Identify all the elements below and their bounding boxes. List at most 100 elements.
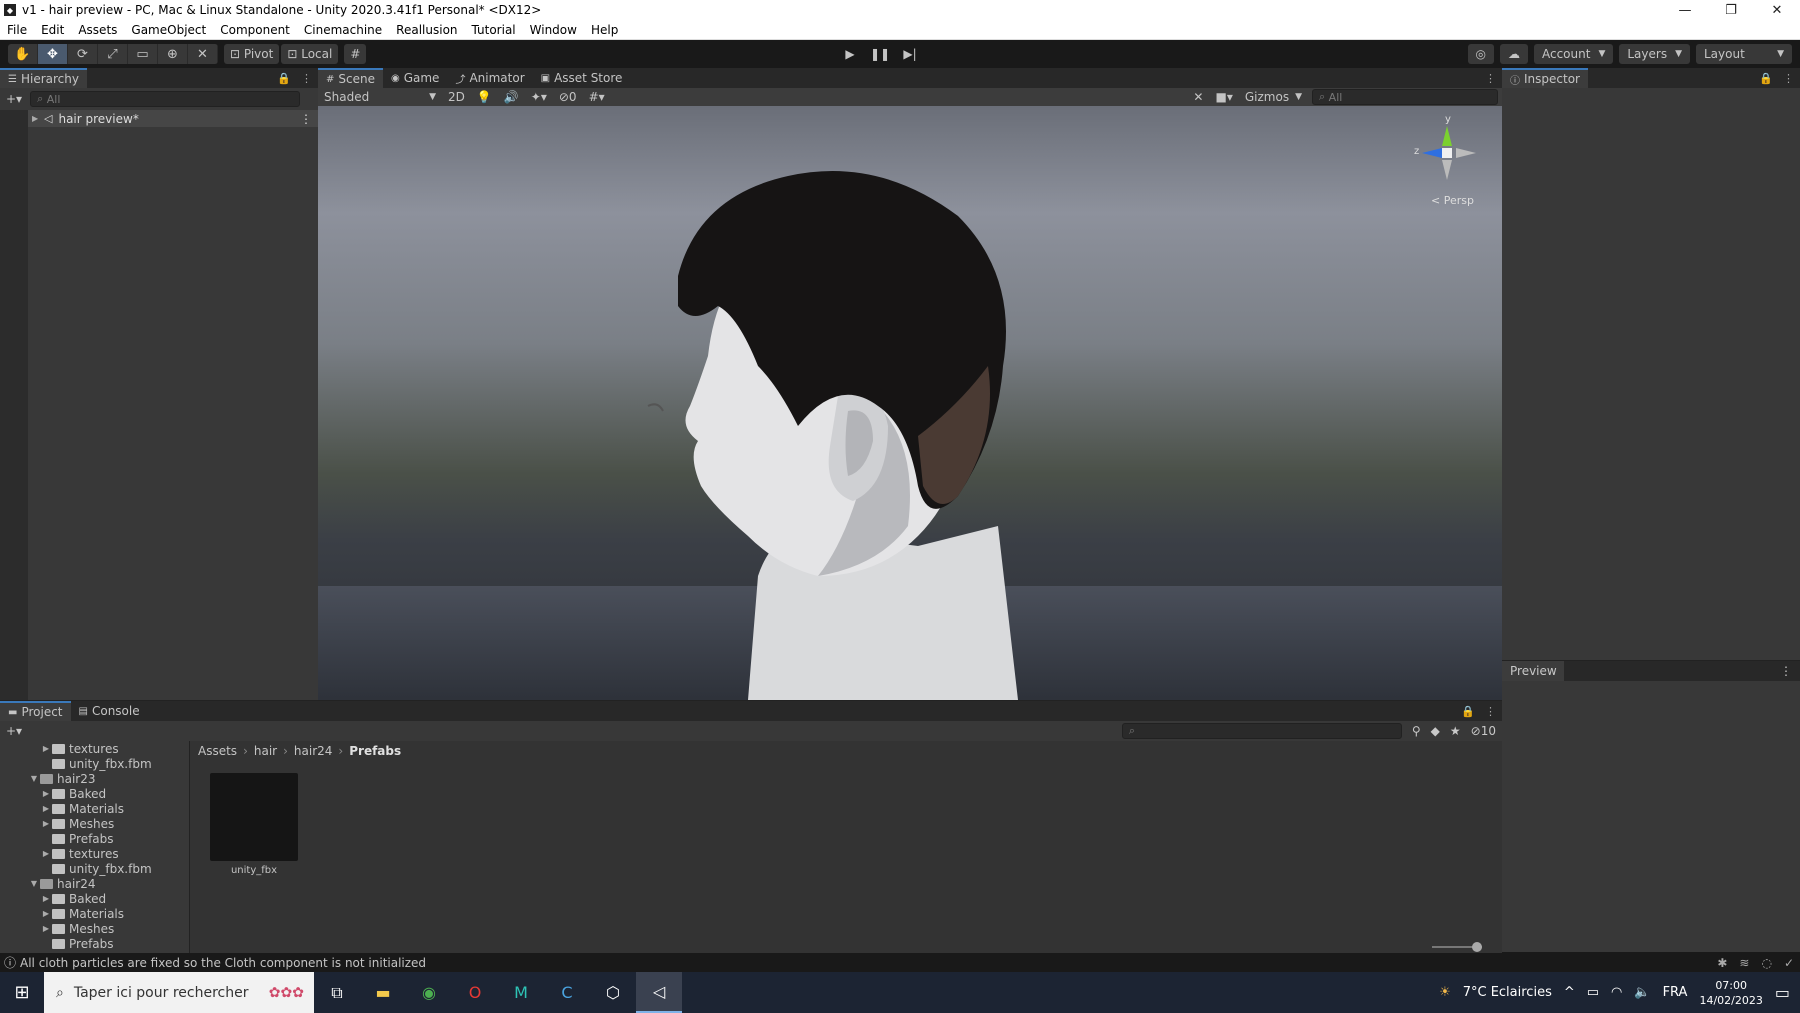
collapsed-arrow-icon[interactable]: ▶ <box>40 894 52 903</box>
tab-console[interactable]: ▤ Console <box>71 701 148 721</box>
menu-cinemachine[interactable]: Cinemachine <box>297 23 389 37</box>
move-tool-icon[interactable]: ✥ <box>38 44 68 64</box>
tree-item[interactable]: ▶ Meshes <box>0 816 189 831</box>
collapsed-arrow-icon[interactable]: ▶ <box>40 804 52 813</box>
hierarchy-scene-row[interactable]: ▶ ◁ hair preview* ⋮ <box>0 110 318 127</box>
lock-icon[interactable]: 🔒 <box>277 72 291 85</box>
grid-snap-button[interactable]: # <box>344 44 367 64</box>
tree-item[interactable]: ▶ textures <box>0 846 189 861</box>
maya-icon[interactable]: M <box>498 972 544 1013</box>
local-toggle[interactable]: ⊡ Local <box>281 44 339 64</box>
menu-edit[interactable]: Edit <box>34 23 71 37</box>
layout-dropdown[interactable]: Layout ▼ <box>1696 44 1792 64</box>
menu-assets[interactable]: Assets <box>71 23 124 37</box>
tab-preview[interactable]: Preview <box>1502 661 1564 681</box>
tree-item[interactable]: ▶ Materials <box>0 801 189 816</box>
network-icon[interactable]: ◠ <box>1611 985 1622 1000</box>
asset-tile[interactable]: unity_fbx <box>210 773 298 876</box>
tree-item[interactable]: ▼ hair23 <box>0 771 189 786</box>
windows-start-icon[interactable]: ⊞ <box>0 972 44 1013</box>
hidden-objects-toggle[interactable]: ⊘ 0 <box>553 90 583 104</box>
kebab-menu-icon[interactable]: ⋮ <box>1485 705 1496 718</box>
shading-mode-dropdown[interactable]: Shaded ▼ <box>318 90 442 104</box>
status-message[interactable]: All cloth particles are fixed so the Clo… <box>20 956 426 970</box>
kebab-menu-icon[interactable]: ⋮ <box>301 72 312 85</box>
collapsed-arrow-icon[interactable]: ▶ <box>40 819 52 828</box>
minimize-button[interactable]: — <box>1662 3 1708 18</box>
opera-icon[interactable]: O <box>452 972 498 1013</box>
kebab-menu-icon[interactable]: ⋮ <box>1783 72 1794 85</box>
collapsed-arrow-icon[interactable]: ▶ <box>40 849 52 858</box>
tree-item[interactable]: ▶ Materials <box>0 906 189 921</box>
cache-icon[interactable]: ≋ <box>1739 956 1749 970</box>
restore-button[interactable]: ❐ <box>1708 3 1754 18</box>
chrome-icon[interactable]: ◉ <box>406 972 452 1013</box>
weather-text[interactable]: 7°C Eclaircies <box>1463 985 1552 1000</box>
kebab-menu-icon[interactable]: ⋮ <box>300 112 318 126</box>
check-icon[interactable]: ✓ <box>1784 956 1794 970</box>
slider-knob[interactable] <box>1472 942 1482 952</box>
scale-tool-icon[interactable]: ⤢ <box>98 44 128 64</box>
lighting-toggle-icon[interactable]: 💡 <box>471 90 498 104</box>
collapsed-arrow-icon[interactable]: ▶ <box>40 789 52 798</box>
favorite-star-icon[interactable]: ★ <box>1450 724 1461 738</box>
hidden-packages-toggle[interactable]: ⊘10 <box>1471 724 1496 738</box>
kebab-menu-icon[interactable]: ⋮ <box>1485 72 1496 85</box>
unity-hub-icon[interactable]: ⬡ <box>590 972 636 1013</box>
breadcrumb-current[interactable]: Prefabs <box>349 744 401 758</box>
device-icon[interactable]: ▭ <box>1587 985 1599 1000</box>
play-icon[interactable]: ▶ <box>835 44 865 64</box>
menu-reallusion[interactable]: Reallusion <box>389 23 464 37</box>
expanded-arrow-icon[interactable]: ▼ <box>28 774 40 783</box>
rotate-tool-icon[interactable]: ⟳ <box>68 44 98 64</box>
add-dropdown[interactable]: +▾ <box>6 92 22 106</box>
tab-animator[interactable]: ⤴ Animator <box>447 68 532 88</box>
scene-search-input[interactable]: ⌕ All <box>1312 89 1498 105</box>
breadcrumb-item[interactable]: hair24 <box>294 744 333 758</box>
orientation-gizmo[interactable]: y z <box>1414 114 1484 206</box>
tab-game[interactable]: ◉ Game <box>383 68 447 88</box>
kebab-menu-icon[interactable]: ⋮ <box>1780 664 1800 678</box>
pause-icon[interactable]: ❚❚ <box>865 44 895 64</box>
perspective-label[interactable]: < Persp <box>1431 194 1474 207</box>
collapsed-arrow-icon[interactable]: ▶ <box>40 744 52 753</box>
tab-project[interactable]: ▬ Project <box>0 701 71 721</box>
project-search-input[interactable]: ⌕ <box>1121 723 1402 739</box>
tree-item[interactable]: ▼ hair24 <box>0 876 189 891</box>
tab-asset-store[interactable]: ▣ Asset Store <box>533 68 631 88</box>
breadcrumb-item[interactable]: Assets <box>198 744 237 758</box>
filter-label-icon[interactable]: ◆ <box>1431 724 1440 738</box>
clock[interactable]: 07:00 14/02/2023 <box>1699 978 1762 1008</box>
pivot-toggle[interactable]: ⊡ Pivot <box>224 44 280 64</box>
2d-toggle[interactable]: 2D <box>442 90 471 104</box>
tree-item[interactable]: ▶ textures <box>0 741 189 756</box>
taskbar-search-input[interactable]: ⌕ Taper ici pour rechercher ✿✿✿ <box>44 972 314 1013</box>
progress-icon[interactable]: ◌ <box>1761 956 1771 970</box>
gizmos-dropdown[interactable]: Gizmos ▼ <box>1239 90 1308 104</box>
account-dropdown[interactable]: Account ▼ <box>1533 44 1614 64</box>
rect-tool-icon[interactable]: ▭ <box>128 44 158 64</box>
step-icon[interactable]: ▶| <box>895 44 925 64</box>
layers-dropdown[interactable]: Layers ▼ <box>1619 44 1690 64</box>
tree-item[interactable]: Prefabs <box>0 831 189 846</box>
unity-editor-icon[interactable]: ◁ <box>636 972 682 1013</box>
thumbnail-size-slider[interactable] <box>1432 942 1482 952</box>
tab-scene[interactable]: # Scene <box>318 68 383 88</box>
task-view-icon[interactable]: ⧉ <box>314 972 360 1013</box>
menu-file[interactable]: File <box>0 23 34 37</box>
tree-item[interactable]: ▶ Baked <box>0 891 189 906</box>
tree-item[interactable]: ▶ Baked <box>0 786 189 801</box>
close-button[interactable]: ✕ <box>1754 3 1800 18</box>
cloud-button[interactable]: ☁ <box>1499 44 1528 64</box>
tab-hierarchy[interactable]: ☰ Hierarchy <box>0 68 87 88</box>
tree-item[interactable]: unity_fbx.fbm <box>0 756 189 771</box>
tree-item[interactable]: ▶ Meshes <box>0 921 189 936</box>
menu-component[interactable]: Component <box>213 23 297 37</box>
lock-icon[interactable]: 🔒 <box>1759 72 1773 85</box>
character-creator-icon[interactable]: C <box>544 972 590 1013</box>
language-indicator[interactable]: FRA <box>1663 985 1688 1000</box>
tree-item[interactable]: Prefabs <box>0 936 189 951</box>
menu-tutorial[interactable]: Tutorial <box>465 23 523 37</box>
expanded-arrow-icon[interactable]: ▼ <box>28 879 40 888</box>
lock-icon[interactable]: 🔒 <box>1461 705 1475 718</box>
